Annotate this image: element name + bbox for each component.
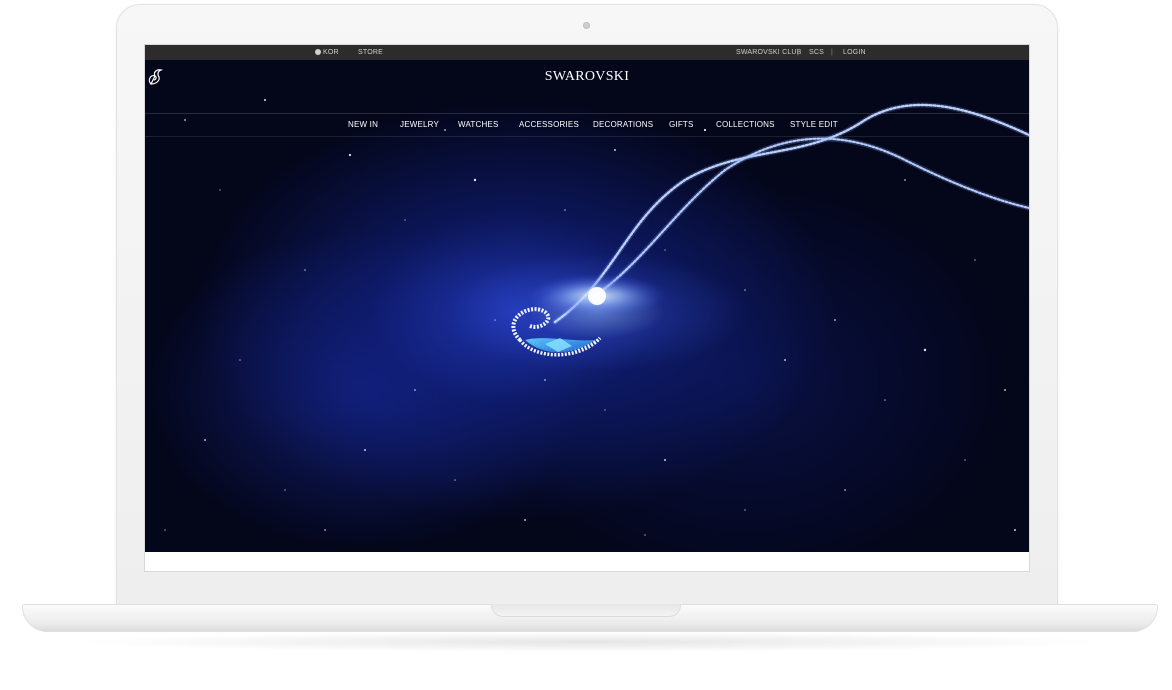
laptop-mockup: KOR STORE SWAROVSKI CLUB | SCS | LOGIN S… <box>0 0 1172 690</box>
scs-link[interactable]: SCS <box>809 48 824 57</box>
nav-item-gifts[interactable]: GIFTS <box>669 120 694 130</box>
nav-item-jewelry[interactable]: JEWELRY <box>400 120 439 130</box>
laptop-shadow <box>70 632 1110 652</box>
browser-viewport: KOR STORE SWAROVSKI CLUB | SCS | LOGIN S… <box>144 44 1030 572</box>
nav-item-collections[interactable]: COLLECTIONS <box>716 120 775 130</box>
login-link[interactable]: LOGIN <box>843 48 866 57</box>
main-nav: NEW IN JEWELRY WATCHES ACCESSORIES DECOR… <box>145 114 1029 137</box>
globe-icon <box>315 49 321 55</box>
separator: | <box>797 49 800 56</box>
nav-item-accessories[interactable]: ACCESSORIES <box>519 120 579 130</box>
hero-banner[interactable]: SWAROVSKI NEW IN JEWELRY WATCHES ACCESSO… <box>145 60 1029 552</box>
nav-item-watches[interactable]: WATCHES <box>458 120 499 130</box>
page-footer-strip <box>145 552 1029 571</box>
swarovski-club-link[interactable]: SWAROVSKI CLUB <box>736 48 802 57</box>
nav-item-new-in[interactable]: NEW IN <box>348 120 378 130</box>
store-link[interactable]: STORE <box>358 48 383 57</box>
brand-logo[interactable]: SWAROVSKI <box>145 68 1029 85</box>
region-selector[interactable]: KOR <box>315 48 339 57</box>
utility-bar: KOR STORE SWAROVSKI CLUB | SCS | LOGIN <box>145 45 1029 60</box>
brand-name: SWAROVSKI <box>544 69 630 84</box>
nav-item-decorations[interactable]: DECORATIONS <box>593 120 653 130</box>
nav-item-style-edit[interactable]: STYLE EDIT <box>790 120 838 130</box>
webcam-icon <box>583 22 590 29</box>
region-label: KOR <box>323 49 339 56</box>
laptop-notch <box>491 604 681 617</box>
swan-icon <box>148 69 164 85</box>
separator: | <box>831 49 834 56</box>
